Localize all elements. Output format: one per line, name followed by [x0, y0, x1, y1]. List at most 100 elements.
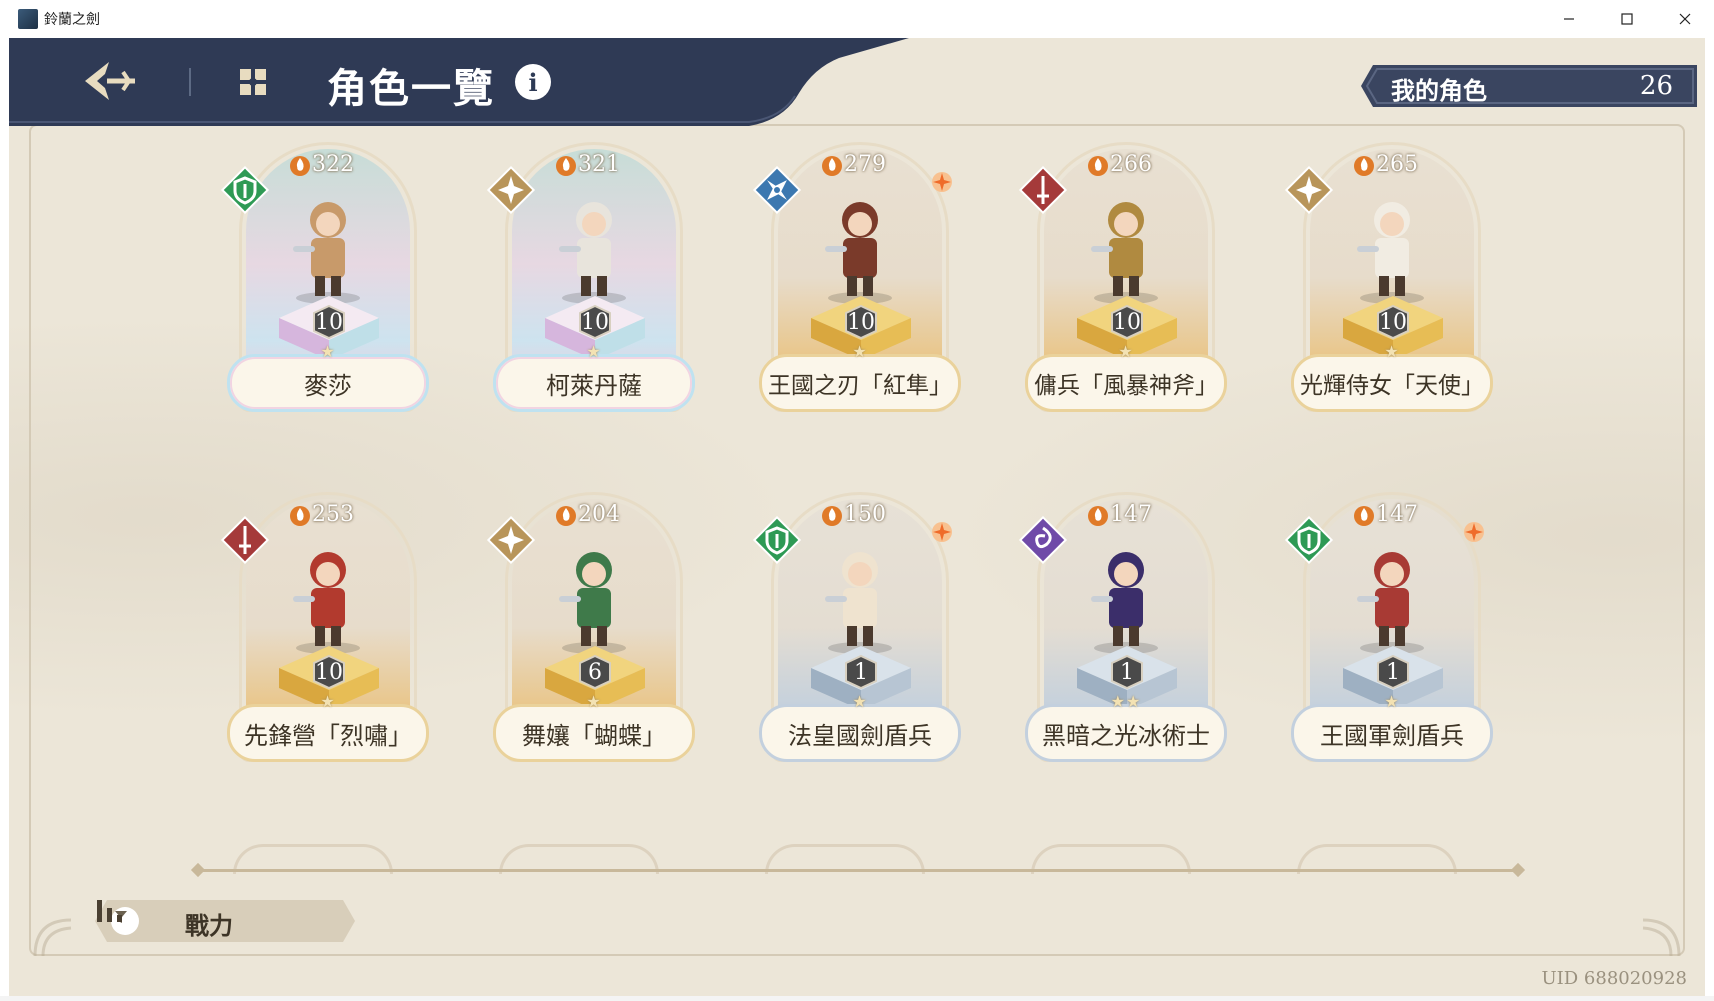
minimize-button[interactable] — [1540, 0, 1598, 38]
flame-icon — [1088, 155, 1108, 176]
character-name: 黑暗之光冰術士 — [1042, 721, 1210, 750]
character-name: 王國之刃「紅隼」 — [768, 373, 952, 399]
level-badge: 10 — [311, 654, 347, 690]
shuriken-class-icon — [752, 165, 802, 215]
name-plate: 法皇國劍盾兵 — [759, 704, 961, 762]
character-card[interactable]: 147 1 — [1018, 492, 1231, 792]
power-indicator: 253 — [289, 502, 354, 527]
app-icon — [18, 9, 38, 29]
power-value: 204 — [578, 502, 620, 527]
sort-descending-icon — [97, 900, 122, 922]
level-badge: 6 — [577, 654, 613, 690]
power-value: 321 — [578, 152, 620, 177]
character-card[interactable]: 322 10 ★ 麥莎 — [220, 142, 433, 442]
character-sprite — [825, 552, 892, 654]
character-card[interactable]: 150 1 ★ 法皇國劍盾兵 — [752, 492, 965, 792]
level-value: 10 — [1113, 309, 1141, 335]
power-indicator: 204 — [555, 502, 620, 527]
character-sprite — [559, 202, 626, 304]
name-plate: 柯萊丹薩 — [493, 354, 695, 412]
shield-class-icon — [1284, 515, 1334, 565]
game-viewport: 角色一覽 i 我的角色 26 322 10 ★ 麥莎 321 10 ★ 柯萊丹薩… — [9, 38, 1705, 996]
level-value: 10 — [581, 309, 609, 335]
star-rating: ★ — [852, 692, 868, 711]
star-rating: ★ — [1384, 692, 1400, 711]
flame-icon — [822, 505, 842, 526]
level-value: 10 — [847, 309, 875, 335]
taskbar-edge — [0, 996, 1714, 1001]
level-value: 10 — [1379, 309, 1407, 335]
sort-label: 戰力 — [185, 911, 233, 940]
name-plate: 王國之刃「紅隼」 — [759, 354, 961, 412]
level-badge: 10 — [311, 304, 347, 340]
maximize-button[interactable] — [1598, 0, 1656, 38]
star-rating: ★★ — [1110, 692, 1142, 711]
character-card[interactable]: 266 10 ★ 傭兵「風暴神斧」 — [1018, 142, 1231, 442]
flame-icon — [290, 505, 310, 526]
name-plate: 傭兵「風暴神斧」 — [1025, 354, 1227, 412]
close-button[interactable] — [1656, 0, 1714, 38]
star-rating: ★ — [320, 342, 336, 361]
character-sprite — [293, 202, 360, 304]
power-indicator: 279 — [821, 152, 886, 177]
star-class-icon — [486, 515, 536, 565]
character-sprite — [1091, 552, 1158, 654]
character-name: 柯萊丹薩 — [546, 371, 642, 400]
info-button[interactable]: i — [515, 64, 551, 100]
star-rating: ★ — [1384, 342, 1400, 361]
power-indicator: 266 — [1087, 152, 1152, 177]
level-badge: 10 — [577, 304, 613, 340]
level-value: 1 — [854, 659, 868, 685]
name-plate: 黑暗之光冰術士 — [1025, 704, 1227, 762]
character-name: 麥莎 — [304, 371, 352, 400]
character-card[interactable]: 279 10 ★ 王國之刃「紅隼」 — [752, 142, 965, 442]
window-controls — [1540, 0, 1714, 38]
power-indicator: 321 — [555, 152, 620, 177]
flame-icon — [1088, 505, 1108, 526]
my-characters-count: 26 — [1639, 71, 1673, 101]
character-card[interactable]: 253 10 ★ 先鋒營「烈嘯」 — [220, 492, 433, 792]
shield-class-icon — [752, 515, 802, 565]
star-class-icon — [1284, 165, 1334, 215]
scroll-divider — [199, 869, 1517, 872]
grid-view-icon[interactable] — [235, 64, 271, 100]
window-titlebar: 鈴蘭之劍 — [0, 0, 1714, 38]
name-plate: 舞孃「蝴蝶」 — [493, 704, 695, 762]
character-sprite — [293, 552, 360, 654]
level-value: 6 — [588, 659, 602, 685]
character-name: 王國軍劍盾兵 — [1320, 721, 1464, 750]
back-arrow-icon — [85, 62, 135, 100]
character-card[interactable]: 321 10 ★ 柯萊丹薩 — [486, 142, 699, 442]
my-characters-counter: 我的角色 26 — [1361, 65, 1697, 107]
flame-icon — [822, 155, 842, 176]
character-name: 先鋒營「烈嘯」 — [244, 721, 412, 750]
name-plate: 王國軍劍盾兵 — [1291, 704, 1493, 762]
new-indicator-icon — [932, 172, 952, 192]
character-card[interactable]: 147 1 — [1284, 492, 1497, 792]
name-plate: 先鋒營「烈嘯」 — [227, 704, 429, 762]
character-sprite — [1091, 202, 1158, 304]
name-plate: 光輝侍女「天使」 — [1291, 354, 1493, 412]
back-button[interactable] — [79, 58, 139, 104]
character-sprite — [559, 552, 626, 654]
character-name: 光輝侍女「天使」 — [1300, 373, 1484, 399]
my-characters-label: 我的角色 — [1391, 76, 1487, 105]
level-badge: 1 — [843, 654, 879, 690]
level-badge: 10 — [843, 304, 879, 340]
star-rating: ★ — [320, 692, 336, 711]
minimize-icon — [1564, 18, 1574, 20]
power-indicator: 147 — [1353, 502, 1418, 527]
power-value: 147 — [1110, 502, 1152, 527]
character-card[interactable]: 204 6 ★ 舞孃「蝴蝶」 — [486, 492, 699, 792]
corner-ornament — [1642, 918, 1681, 957]
character-sprite — [1357, 202, 1424, 304]
character-sprite — [1357, 552, 1424, 654]
name-plate: 麥莎 — [227, 354, 429, 412]
level-value: 1 — [1120, 659, 1134, 685]
power-value: 253 — [312, 502, 354, 527]
flame-icon — [1354, 505, 1374, 526]
header-divider — [189, 68, 191, 96]
sort-by-power-button[interactable]: 戰力 — [95, 900, 355, 942]
character-card[interactable]: 265 10 ★ 光輝侍女「天使」 — [1284, 142, 1497, 442]
power-value: 266 — [1110, 152, 1152, 177]
